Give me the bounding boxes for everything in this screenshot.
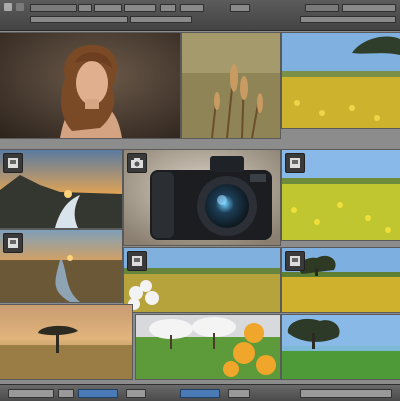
white-flowers-image [124, 248, 280, 312]
photo-tile-savanna[interactable] [0, 305, 132, 379]
camera-image [124, 150, 280, 245]
portrait-image [0, 33, 180, 138]
toolbar-control-6[interactable] [180, 4, 204, 12]
bottom-control-4[interactable] [126, 389, 146, 398]
bottom-control-5[interactable] [180, 389, 220, 398]
toolbar-control-5[interactable] [160, 4, 176, 12]
toolbar-row2-control-2[interactable] [130, 16, 192, 23]
toolbar-search[interactable] [305, 4, 339, 12]
green-meadow-image [282, 315, 400, 379]
photo-browser-window [0, 0, 400, 401]
toolbar-control-4[interactable] [124, 4, 156, 12]
image-badge-icon [3, 233, 23, 253]
toolbar-control-1[interactable] [30, 4, 77, 12]
back-icon[interactable] [16, 3, 24, 11]
yellow-field-tree-image [282, 33, 400, 128]
bottom-control-6[interactable] [228, 389, 250, 398]
photo-tile-yellow-field[interactable] [282, 150, 400, 240]
toolbar-control-3[interactable] [94, 4, 122, 12]
top-toolbar [0, 0, 400, 31]
app-menu-icon[interactable] [4, 3, 12, 11]
toolbar-control-2[interactable] [78, 4, 92, 12]
bottom-control-3[interactable] [78, 389, 118, 398]
image-badge-icon [285, 153, 305, 173]
photo-tile-wheat[interactable] [182, 33, 280, 138]
photo-tile-green-meadow[interactable] [282, 315, 400, 379]
image-badge-icon [3, 153, 23, 173]
bottom-control-1[interactable] [8, 389, 54, 398]
bottom-toolbar [0, 384, 400, 401]
blossoms-image [136, 315, 280, 379]
bottom-control-2[interactable] [58, 389, 74, 398]
image-badge-icon [127, 251, 147, 271]
camera-badge-icon [127, 153, 147, 173]
bottom-control-7[interactable] [300, 389, 392, 398]
photo-tile-white-flowers[interactable] [124, 248, 280, 312]
photo-tile-portrait[interactable] [0, 33, 180, 138]
photo-tile-yellow-field-tree[interactable] [282, 33, 400, 128]
photo-tile-sunset-river[interactable] [0, 150, 122, 228]
photo-tile-plains-sunset[interactable] [0, 230, 122, 302]
photo-tile-camera[interactable] [124, 150, 280, 245]
toolbar-row2-control-3[interactable] [300, 16, 396, 23]
photo-tile-blossoms[interactable] [136, 315, 280, 379]
image-badge-icon [285, 251, 305, 271]
toolbar-row2-control-1[interactable] [30, 16, 128, 23]
wheat-image [182, 33, 280, 138]
photo-tile-field-tree[interactable] [282, 248, 400, 312]
savanna-image [0, 305, 132, 379]
toolbar-control-7[interactable] [230, 4, 250, 12]
toolbar-control-8[interactable] [342, 4, 396, 12]
